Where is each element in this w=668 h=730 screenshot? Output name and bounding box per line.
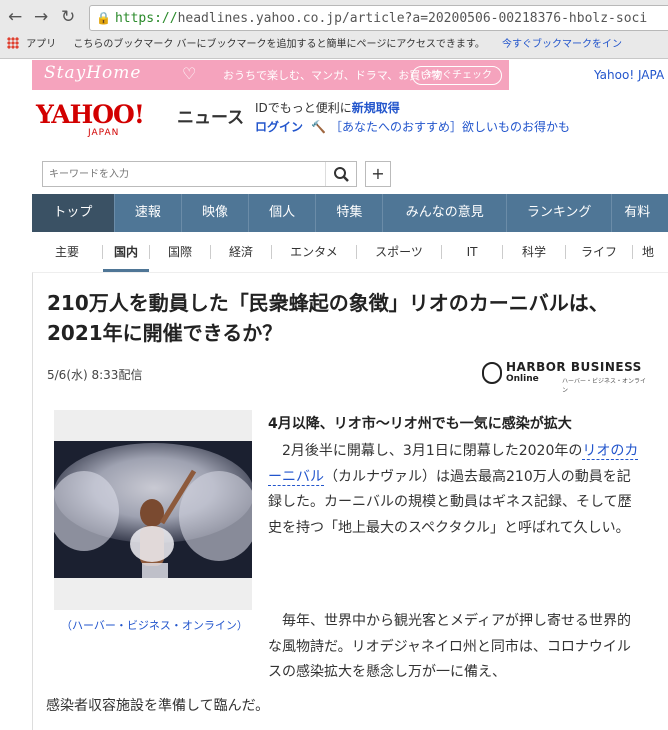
- harbor-logo-icon: [482, 362, 502, 384]
- stayhome-banner[interactable]: StayHome ♡ おうちで楽しむ、マンガ、ドラマ、お買い物 今すぐチェック: [32, 60, 509, 90]
- article-paragraph-1: 2月後半に開幕し、3月1日に閉幕した2020年のリオのカーニバル（カルナヴァル）…: [268, 439, 644, 541]
- forward-arrow-icon[interactable]: →: [34, 7, 48, 27]
- logo-wordmark: YAHOO!: [36, 100, 145, 129]
- publisher-online: Online: [506, 374, 539, 384]
- stayhome-logo: StayHome: [44, 63, 142, 83]
- news-wordmark[interactable]: ニュース: [177, 103, 244, 128]
- main-nav: トップ 速報 映像 個人 特集 みんなの意見 ランキング 有料: [32, 194, 668, 232]
- article-date: 5/6(水) 8:33配信: [47, 368, 143, 382]
- category-nav: 主要 国内 国際 経済 エンタメ スポーツ IT 科学 ライフ 地: [32, 232, 668, 273]
- paragraph-text: 2月後半に開幕し、3月1日に閉幕した2020年の: [268, 443, 583, 459]
- id-promo-text: IDでもっと便利に: [255, 101, 352, 115]
- nav-breaking[interactable]: 速報: [115, 194, 182, 232]
- nav-individual[interactable]: 個人: [249, 194, 317, 232]
- lock-icon: 🔒: [96, 11, 111, 25]
- bookmarks-info-text: こちらのブックマーク バーにブックマークを追加すると簡単にページにアクセスできま…: [73, 39, 485, 50]
- nav-opinions[interactable]: みんなの意見: [383, 194, 508, 232]
- article-paragraph-2: 毎年、世界中から観光客とメディアが押し寄せる世界的な風物詩だ。リオデジャネイロ州…: [268, 613, 632, 680]
- login-line: ログイン 🔨 ［あなたへのおすすめ］欲しいものお得かも: [255, 118, 570, 135]
- subnav-local[interactable]: 地: [633, 232, 663, 272]
- search-icon: [334, 167, 349, 182]
- search-box: [42, 161, 357, 187]
- login-link[interactable]: ログイン: [255, 120, 303, 134]
- logo-japan: JAPAN: [88, 128, 120, 138]
- apps-grid-icon[interactable]: [7, 37, 19, 49]
- banner-text: おうちで楽しむ、マンガ、ドラマ、お買い物: [223, 69, 443, 82]
- subnav-international[interactable]: 国際: [150, 232, 210, 272]
- article-subheading: 4月以降、リオ市〜リオ州でも一気に感染が拡大: [268, 416, 572, 432]
- yahoo-japan-link[interactable]: Yahoo! JAPA: [594, 68, 664, 82]
- nav-top[interactable]: トップ: [32, 194, 115, 232]
- url-scheme: https://: [114, 11, 178, 26]
- publisher-name: HARBOR BUSINESS: [506, 360, 642, 374]
- search-input[interactable]: [47, 162, 321, 187]
- search-button[interactable]: [325, 162, 356, 186]
- check-now-button[interactable]: 今すぐチェック: [412, 66, 502, 85]
- register-link[interactable]: 新規取得: [352, 101, 400, 115]
- subnav-it[interactable]: IT: [442, 232, 502, 272]
- auction-hammer-icon: 🔨: [311, 120, 326, 134]
- article-photo[interactable]: [54, 441, 252, 578]
- subnav-entertainment[interactable]: エンタメ: [272, 232, 356, 272]
- publisher-logo[interactable]: HARBOR BUSINESS Online ハーバー・ビジネス・オンライン: [482, 360, 650, 394]
- address-bar[interactable]: 🔒 https://headlines.yahoo.co.jp/article?a…: [89, 5, 668, 31]
- recommend-link[interactable]: ［あなたへのおすすめ］欲しいものお得かも: [330, 120, 570, 134]
- id-promo: IDでもっと便利に新規取得: [255, 99, 400, 116]
- subnav-life[interactable]: ライフ: [566, 232, 632, 272]
- browser-chrome: ← → ↻ 🔒 https://headlines.yahoo.co.jp/art…: [0, 0, 668, 59]
- subnav-sports[interactable]: スポーツ: [357, 232, 441, 272]
- bookmark-apps[interactable]: アプリ: [26, 39, 56, 50]
- publisher-subtitle: ハーバー・ビジネス・オンライン: [562, 378, 646, 394]
- plus-icon[interactable]: +: [365, 161, 391, 187]
- back-arrow-icon[interactable]: ←: [8, 7, 22, 27]
- nav-feature[interactable]: 特集: [316, 194, 384, 232]
- subnav-science[interactable]: 科学: [503, 232, 565, 272]
- photo-caption[interactable]: （ハーバー・ビジネス・オンライン）: [61, 617, 248, 634]
- reload-icon[interactable]: ↻: [61, 7, 75, 27]
- subnav-main[interactable]: 主要: [32, 232, 102, 272]
- subnav-domestic[interactable]: 国内: [103, 232, 149, 272]
- import-bookmarks-link[interactable]: 今すぐブックマークをイン: [502, 39, 622, 50]
- nav-ranking[interactable]: ランキング: [507, 194, 613, 232]
- nav-paid[interactable]: 有料: [612, 194, 668, 232]
- url-path: headlines.yahoo.co.jp/article?a=20200506…: [177, 11, 648, 26]
- bookmarks-bar: アプリ こちらのブックマーク バーにブックマークを追加すると簡単にページにアクセ…: [0, 34, 668, 56]
- nav-video[interactable]: 映像: [182, 194, 250, 232]
- yahoo-logo[interactable]: YAHOO! JAPAN: [36, 100, 145, 138]
- subnav-economy[interactable]: 経済: [211, 232, 271, 272]
- article-title: 210万人を動員した「民衆蜂起の象徴」リオのカーニバルは、2021年に開催できる…: [47, 291, 609, 345]
- carnival-photo-icon: [54, 441, 252, 578]
- article-paragraph-3: 感染者収容施設を準備して臨んだ。: [46, 698, 270, 714]
- heart-icon: ♡: [182, 64, 197, 83]
